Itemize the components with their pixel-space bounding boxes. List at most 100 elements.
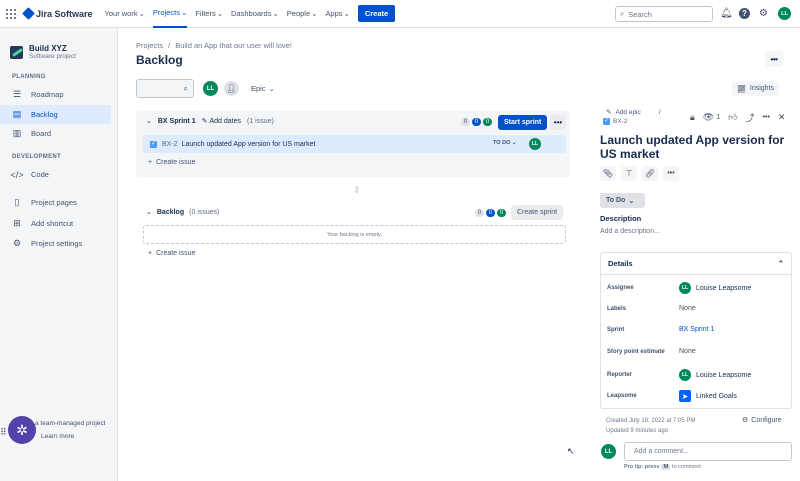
page-more-button[interactable]: •••: [765, 51, 783, 67]
sidebar-item-project-pages[interactable]: ▯ Project pages: [0, 193, 111, 212]
plus-icon: +: [148, 250, 153, 257]
breadcrumb-separator: /: [168, 41, 171, 50]
story-icon: ✓: [603, 118, 610, 125]
add-epic-button[interactable]: ✎ Add epic /: [606, 108, 661, 117]
issue-status-dropdown[interactable]: TO DO ⌄: [493, 140, 516, 146]
nav-projects[interactable]: Projects ⌄: [152, 0, 188, 28]
close-icon[interactable]: ✕: [778, 112, 786, 123]
todo-count-badge: 0: [461, 118, 470, 126]
sidebar-item-board[interactable]: ▥ Board: [0, 124, 111, 143]
add-dates-button[interactable]: ✎ Add dates: [202, 117, 241, 126]
create-button[interactable]: Create: [357, 5, 396, 22]
avatar: LL: [679, 369, 691, 381]
chevron-down-icon: ⌄: [628, 197, 635, 205]
lock-icon[interactable]: 🔒︎: [690, 112, 695, 123]
issue-key-link[interactable]: ✓ BX-2: [603, 118, 627, 125]
nav-apps[interactable]: Apps ⌄: [325, 0, 349, 28]
pages-icon: ▯: [14, 197, 20, 207]
backlog-search-input[interactable]: ⌕: [136, 79, 194, 98]
field-reporter[interactable]: Reporter LL Louise Leapsome: [607, 369, 787, 381]
create-sprint-button[interactable]: Create sprint: [511, 205, 564, 220]
nav-dashboards[interactable]: Dashboards ⌄: [231, 0, 279, 28]
global-search-input[interactable]: ⌕ Search: [615, 6, 713, 22]
backlog-header: ⌄ Backlog (0 issues): [146, 208, 219, 217]
search-icon: ⌕: [620, 9, 625, 18]
project-sidebar: Build XYZ Software project PLANNING ☰ Ro…: [0, 28, 118, 481]
nav-filters[interactable]: Filters ⌄: [195, 0, 223, 28]
sidebar-item-code[interactable]: </> Code: [0, 165, 111, 184]
field-leapsome[interactable]: Leapsome ➤ Linked Goals: [607, 390, 787, 402]
settings-gear-icon[interactable]: ⚙: [758, 8, 769, 19]
issue-quick-actions: 📎︎ ⊤ 🔗︎ •••: [600, 166, 679, 181]
chevron-up-icon: ⌃: [777, 259, 784, 268]
todo-count-badge: 0: [475, 209, 484, 217]
project-type: Software project: [29, 53, 76, 60]
insights-icon: 📈︎: [737, 85, 746, 93]
app-switcher-icon[interactable]: [6, 8, 16, 19]
issue-key[interactable]: BX-2: [162, 141, 178, 148]
jira-logo[interactable]: Jira Software: [22, 7, 93, 20]
more-icon[interactable]: •••: [663, 166, 679, 181]
issue-assignee-avatar[interactable]: LL: [529, 138, 541, 150]
issue-summary: Launch updated App version for US market: [181, 140, 316, 148]
pencil-icon: ✎: [606, 109, 612, 116]
add-people-icon[interactable]: 👤︎: [224, 81, 239, 96]
search-icon: ⌕: [183, 84, 188, 93]
watch-button[interactable]: 👁︎ 1: [703, 112, 720, 123]
user-avatar[interactable]: LL: [778, 7, 791, 20]
field-sprint[interactable]: Sprint BX Sprint 1: [607, 326, 787, 333]
sidebar-item-add-shortcut[interactable]: ⊞ Add shortcut: [0, 214, 111, 233]
learn-more-link[interactable]: Learn more: [41, 433, 74, 440]
sprint-create-issue-button[interactable]: + Create issue: [148, 159, 195, 166]
epic-filter[interactable]: Epic ⌄: [251, 84, 275, 93]
insights-button[interactable]: 📈︎ Insights: [732, 81, 780, 96]
help-fab-icon[interactable]: ✲: [8, 416, 36, 444]
plus-icon: +: [148, 159, 153, 166]
chevron-down-icon: ⌄: [138, 9, 145, 18]
notifications-icon[interactable]: 🔔︎: [720, 8, 733, 19]
updated-timestamp: Updated 9 minutes ago: [606, 428, 669, 434]
backlog-name: Backlog: [156, 208, 185, 216]
sprint-more-button[interactable]: •••: [550, 115, 566, 130]
link-icon[interactable]: 🔗︎: [642, 166, 658, 181]
issue-title[interactable]: Launch updated App version for US market: [600, 133, 790, 161]
gear-icon: ⚙: [742, 417, 749, 424]
app-grid-icon[interactable]: ⠿: [0, 427, 7, 438]
field-labels[interactable]: Labels None: [607, 305, 787, 312]
sidebar-item-backlog[interactable]: ▤ Backlog: [0, 105, 111, 124]
table-row[interactable]: ✓ BX-2 Launch updated App version for US…: [143, 135, 566, 153]
sidebar-item-project-settings[interactable]: ⚙ Project settings: [0, 234, 111, 253]
drag-handle-icon[interactable]: ⇕: [353, 185, 361, 196]
child-issue-icon[interactable]: ⊤: [621, 166, 637, 181]
field-story-points[interactable]: Story point estimate None: [607, 348, 787, 355]
attachment-icon[interactable]: 📎︎: [600, 166, 616, 181]
description-field[interactable]: Add a description...: [600, 228, 660, 235]
breadcrumb-projects[interactable]: Projects: [136, 41, 163, 50]
done-count-badge: 0: [497, 209, 506, 217]
field-assignee[interactable]: Assignee LL Louise Leapsome: [607, 282, 787, 294]
details-header[interactable]: Details ⌃: [601, 253, 791, 275]
status-dropdown[interactable]: To Do ⌄: [600, 193, 645, 208]
project-header[interactable]: Build XYZ Software project: [10, 44, 76, 60]
comment-input[interactable]: Add a comment...: [624, 442, 792, 461]
chevron-down-icon[interactable]: ⌄: [146, 117, 152, 125]
chevron-down-icon: ⌄: [511, 140, 517, 146]
chevron-down-icon: ⌄: [343, 9, 350, 18]
start-sprint-button[interactable]: Start sprint: [498, 115, 548, 130]
keyboard-shortcut: M: [661, 464, 671, 470]
chevron-down-icon[interactable]: ⌄: [146, 208, 152, 216]
avatar: LL: [679, 282, 691, 294]
breadcrumb-project[interactable]: Build an App that our user will love!: [175, 41, 292, 50]
more-icon[interactable]: •••: [763, 114, 770, 121]
sidebar-item-roadmap[interactable]: ☰ Roadmap: [0, 85, 111, 104]
chevron-down-icon: ⌄: [216, 9, 224, 18]
nav-your-work[interactable]: Your work ⌄: [105, 0, 145, 28]
share-icon[interactable]: ⤴: [746, 111, 755, 124]
configure-button[interactable]: ⚙ Configure: [742, 416, 782, 425]
help-icon[interactable]: ?: [739, 8, 750, 19]
thumbs-up-icon[interactable]: 👍︎: [728, 112, 737, 123]
backlog-create-issue-button[interactable]: + Create issue: [148, 250, 195, 257]
planning-section-label: PLANNING: [12, 74, 46, 80]
nav-people[interactable]: People ⌄: [287, 0, 318, 28]
filter-avatar[interactable]: LL: [203, 81, 218, 96]
